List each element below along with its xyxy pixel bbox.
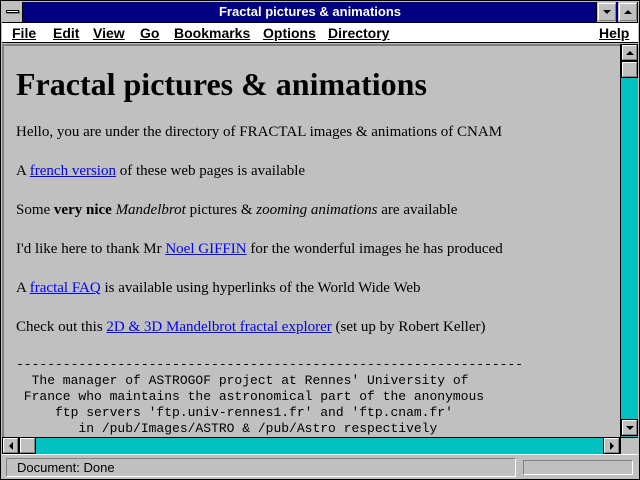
thanks-line: I'd like here to thank Mr Noel GIFFIN fo… xyxy=(16,241,503,257)
menu-directory[interactable]: Directory xyxy=(328,24,389,42)
horizontal-scroll-thumb[interactable] xyxy=(19,437,36,454)
arrow-right-icon xyxy=(609,441,614,450)
explorer-line: Check out this 2D & 3D Mandelbrot fracta… xyxy=(16,319,486,335)
browser-window: Fractal pictures & animations File Edit … xyxy=(0,0,640,480)
menu-view[interactable]: View xyxy=(93,24,125,42)
faq-line: A fractal FAQ is available using hyperli… xyxy=(16,280,421,296)
window-title: Fractal pictures & animations xyxy=(218,4,402,19)
document-view[interactable]: Fractal pictures & animations Hello, you… xyxy=(2,44,620,437)
french-version-line: A french version of these web pages is a… xyxy=(16,163,306,179)
scroll-right-button[interactable] xyxy=(603,437,620,454)
system-menu-icon xyxy=(6,10,19,13)
page-heading: Fractal pictures & animations xyxy=(16,66,427,102)
scroll-down-button[interactable] xyxy=(621,419,638,436)
scroll-up-button[interactable] xyxy=(621,44,638,61)
title-bar[interactable]: Fractal pictures & animations xyxy=(2,2,638,23)
preformatted-line: ftp servers 'ftp.univ-rennes1.fr' and 'f… xyxy=(16,405,453,420)
preformatted-line: The manager of ASTROGOF project at Renne… xyxy=(16,373,469,388)
preformatted-line: France who maintains the astronomical pa… xyxy=(16,389,485,404)
horizontal-scrollbar[interactable] xyxy=(2,437,620,454)
scroll-left-button[interactable] xyxy=(2,437,19,454)
minimize-button[interactable] xyxy=(596,2,616,22)
menu-file[interactable]: File xyxy=(12,24,36,42)
horizontal-rule-text: ----------------------------------------… xyxy=(16,357,524,372)
vertical-scrollbar[interactable] xyxy=(620,44,638,437)
status-bar: Document: Done xyxy=(2,454,638,479)
maximize-icon xyxy=(623,10,632,14)
arrow-down-icon xyxy=(625,425,634,430)
noel-giffin-link[interactable]: Noel GIFFIN xyxy=(165,241,246,257)
system-menu-button[interactable] xyxy=(2,2,23,22)
fractal-faq-link[interactable]: fractal FAQ xyxy=(30,280,101,296)
progress-indicator xyxy=(523,460,633,475)
scrollbar-corner xyxy=(620,437,638,454)
status-text: Document: Done xyxy=(6,458,516,477)
intro-text: Hello, you are under the directory of FR… xyxy=(16,124,503,140)
arrow-left-icon xyxy=(8,441,13,450)
preformatted-line: in /pub/Images/ASTRO & /pub/Astro respec… xyxy=(16,421,438,436)
menu-edit[interactable]: Edit xyxy=(53,24,79,42)
menu-options[interactable]: Options xyxy=(263,24,316,42)
mandelbrot-explorer-link[interactable]: 2D & 3D Mandelbrot fractal explorer xyxy=(106,319,331,335)
mandelbrot-line: Some very nice Mandelbrot pictures & zoo… xyxy=(16,202,458,218)
menu-go[interactable]: Go xyxy=(140,24,159,42)
arrow-up-icon xyxy=(625,50,634,55)
minimize-icon xyxy=(602,10,611,14)
menu-bar: File Edit View Go Bookmarks Options Dire… xyxy=(2,23,638,43)
french-version-link[interactable]: french version xyxy=(30,163,116,179)
menu-help[interactable]: Help xyxy=(599,24,629,42)
maximize-button[interactable] xyxy=(617,2,637,22)
menu-bookmarks[interactable]: Bookmarks xyxy=(174,24,250,42)
vertical-scroll-thumb[interactable] xyxy=(621,61,638,78)
